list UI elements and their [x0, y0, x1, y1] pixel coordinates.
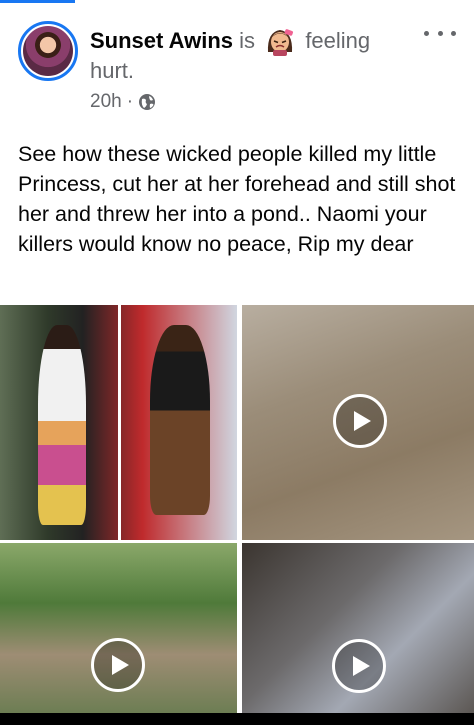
avatar[interactable] [18, 21, 78, 81]
bottom-edge-bar [0, 713, 474, 725]
video-tile-bush[interactable] [0, 543, 237, 715]
collage-divider [118, 305, 121, 540]
photo-subject-right [150, 325, 210, 515]
is-word: is [239, 28, 256, 53]
more-options-icon[interactable] [424, 22, 456, 44]
feeling-word: feeling [305, 28, 371, 53]
globe-icon [138, 93, 156, 111]
play-icon[interactable] [332, 639, 386, 693]
post-text: See how these wicked people killed my li… [18, 142, 456, 256]
post-meta: 20h · [90, 90, 156, 114]
feeling-value[interactable]: hurt. [90, 58, 134, 83]
photo-subject-left [38, 325, 86, 525]
photo-collage-tile[interactable] [0, 305, 237, 540]
media-grid [0, 305, 474, 715]
video-tile-ground[interactable] [242, 305, 474, 540]
author-name[interactable]: Sunset Awins [90, 28, 233, 53]
meta-separator: · [126, 91, 134, 112]
hurt-face-emoji-icon [263, 26, 297, 56]
avatar-photo [23, 26, 73, 76]
author-line: Sunset Awins is feeling hurt. [90, 26, 420, 86]
post-time[interactable]: 20h [90, 90, 122, 114]
play-icon[interactable] [333, 394, 387, 448]
play-icon[interactable] [91, 638, 145, 692]
video-tile-dark[interactable] [242, 543, 474, 715]
post-header: Sunset Awins is feeling hurt. 20h · [0, 0, 474, 125]
